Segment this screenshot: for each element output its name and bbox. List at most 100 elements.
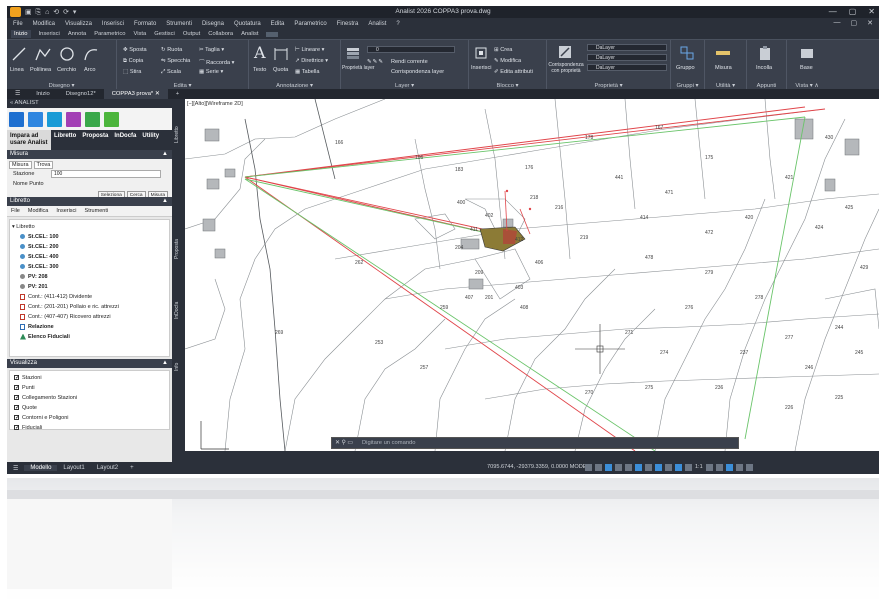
line-icon[interactable] (11, 46, 27, 62)
analist-tool-icon[interactable] (9, 111, 24, 127)
tree-item-station[interactable]: St.CEL: 400 (12, 252, 167, 262)
trim-tool[interactable]: ✂ Taglia ▾ (199, 47, 224, 53)
ribbon-tab-inizio[interactable]: Inizio (11, 30, 31, 38)
strip-info[interactable]: Info (174, 363, 180, 371)
fillet-tool[interactable]: ⌒ Raccorda ▾ (199, 58, 234, 66)
menu-visualizza[interactable]: Visualizza (65, 21, 92, 27)
tree-item-pv[interactable]: PV: 208 (12, 272, 167, 282)
show-contorni-checkbox[interactable]: Contorni e Poligoni (14, 413, 165, 423)
nav-impara[interactable]: Impara ad usare Analist (7, 130, 51, 150)
collapse-icon[interactable]: ▲ (162, 359, 168, 368)
tree-item-pv[interactable]: PV: 201 (12, 282, 167, 292)
array-tool[interactable]: ▦ Serie ▾ (199, 69, 223, 75)
menu-icon[interactable]: ☰ (7, 89, 28, 99)
nav-indocfa[interactable]: InDocfa (111, 130, 139, 150)
tree-item-contour[interactable]: Cont.: (201-201) Pollaio e ric. attrezzi (12, 302, 167, 312)
match-properties-icon[interactable] (557, 44, 573, 60)
doc-tab-disegno12[interactable]: Disegno12* (58, 89, 104, 99)
info-tool-icon[interactable] (104, 111, 119, 127)
tree-item-station[interactable]: St.CEL: 300 (12, 262, 167, 272)
chart-tool-icon[interactable] (28, 111, 43, 127)
menu-file[interactable]: File (13, 21, 23, 27)
menu-inserisci[interactable]: Inserisci (102, 21, 124, 27)
menu-finestra[interactable]: Finestra (337, 21, 359, 27)
ribbon-toggle-icon[interactable] (266, 31, 279, 37)
isolate-objects-icon[interactable] (715, 464, 723, 471)
ribbon-tab-inserisci[interactable]: Inserisci (39, 31, 60, 37)
ribbon-tab-collabora[interactable]: Collabora (208, 31, 233, 37)
text-tool-label[interactable]: Testo (253, 67, 266, 73)
customize-icon[interactable] (745, 464, 753, 471)
doc-tab-coppa3[interactable]: COPPA3 prova* ✕ (103, 89, 168, 99)
command-input[interactable]: Digitare un comando (362, 440, 416, 446)
show-quote-checkbox[interactable]: Quote (14, 403, 165, 413)
show-fiduciali-checkbox[interactable]: Fiduciali (14, 423, 165, 433)
layer-properties-label[interactable]: Proprietà layer (342, 65, 375, 71)
libretto-menu-modifica[interactable]: Modifica (28, 208, 48, 214)
mdi-minimize-button[interactable]: — (834, 19, 841, 27)
layer-tool-icons[interactable]: ✎✎✎ (367, 59, 384, 65)
menu-quotatura[interactable]: Quotatura (234, 21, 261, 27)
polyline-tool-label[interactable]: Polilinea (30, 67, 51, 73)
misura-section-header[interactable]: Misura ▲ (7, 150, 172, 159)
visualizza-section-header[interactable]: Visualizza ▲ (7, 359, 172, 368)
paste-tool-label[interactable]: Incolla (756, 65, 772, 71)
menu-disegna[interactable]: Disegna (202, 21, 224, 27)
transparency-toggle-icon[interactable] (655, 464, 662, 471)
tab-trova[interactable]: Trova (33, 161, 54, 169)
menu-strumenti[interactable]: Strumenti (166, 21, 192, 27)
grid-toggle-icon[interactable] (585, 464, 592, 471)
tab-modello[interactable]: Modello (24, 465, 58, 471)
strip-proposta[interactable]: Proposta (174, 239, 180, 259)
close-button[interactable]: ✕ (868, 7, 875, 16)
scale-tool[interactable]: ⤢ Scala (161, 69, 181, 76)
menu-icon[interactable]: ☰ (7, 465, 24, 472)
rotate-tool[interactable]: ↻ Ruota (161, 47, 182, 53)
circle-icon[interactable] (59, 46, 75, 62)
workspace-gear-icon[interactable] (705, 464, 713, 471)
mirror-tool[interactable]: ⇋ Specchia (161, 58, 190, 64)
tab-layout1[interactable]: Layout1 (57, 465, 90, 471)
linetype-combo[interactable]: DaLayer (587, 54, 667, 61)
menu-analist[interactable]: Analist (368, 21, 386, 27)
copy-tool[interactable]: ⧉ Copia (123, 58, 143, 65)
selection-cycling-icon[interactable] (665, 464, 672, 471)
command-line-icons[interactable]: ✕ ⚲ ▭ (335, 438, 353, 448)
maximize-button[interactable]: ▢ (849, 7, 857, 16)
cadastral-map[interactable]: 183 166 196 176 178 167 175 216 219 218 … (185, 99, 879, 451)
base-view-label[interactable]: Base (800, 65, 813, 71)
stretch-tool[interactable]: ⬚ Stira (123, 69, 141, 75)
ribbon-tab-analist[interactable]: Analist (241, 31, 258, 37)
tree-item-contour[interactable]: Cont.: (407-407) Ricovero attrezzi (12, 312, 167, 322)
strip-indocfa[interactable]: InDocfa (174, 302, 180, 319)
view-controls-label[interactable]: [−][Alto][Wireframe 2D] (187, 101, 243, 107)
annotation-visibility-icon[interactable] (675, 464, 682, 471)
tree-item-root[interactable]: ▾ Libretto (12, 222, 167, 232)
lineweight-combo[interactable]: DaLayer (587, 64, 667, 71)
ortho-toggle-icon[interactable] (605, 464, 612, 471)
ribbon-tab-vista[interactable]: Vista (133, 31, 146, 37)
ribbon-tab-output[interactable]: Output (183, 31, 200, 37)
nav-libretto[interactable]: Libretto (51, 130, 79, 150)
base-view-icon[interactable] (799, 45, 815, 61)
libretto-menu-file[interactable]: File (11, 208, 20, 214)
tree-item-relazione[interactable]: Relazione (12, 322, 167, 332)
insert-block-label[interactable]: Inserisci (471, 65, 492, 71)
command-line[interactable]: ✕ ⚲ ▭ Digitare un comando (331, 437, 739, 449)
libretto-menu-inserisci[interactable]: Inserisci (56, 208, 76, 214)
autoscale-icon[interactable] (685, 464, 692, 471)
measure-tool-label[interactable]: Misura (715, 65, 732, 71)
linear-tool[interactable]: ⊢ Lineare ▾ (295, 47, 324, 53)
tree-item-station[interactable]: St.CEL: 100 (12, 232, 167, 242)
add-layout-button[interactable]: + (124, 465, 140, 471)
collapse-icon[interactable]: ▲ (162, 197, 168, 206)
menu-modifica[interactable]: Modifica (33, 21, 55, 27)
make-current-tool[interactable]: Rendi corrente (391, 59, 428, 65)
leader-tool[interactable]: ↗ Direttrice ▾ (295, 58, 328, 64)
layer-properties-icon[interactable] (345, 45, 361, 61)
close-tab-icon[interactable]: ✕ (155, 91, 160, 97)
move-tool[interactable]: ✥ Sposta (123, 47, 147, 53)
doc-tab-inizio[interactable]: Inizio (28, 89, 58, 99)
network-tool-icon[interactable] (66, 111, 81, 127)
ribbon-tab-gestisci[interactable]: Gestisci (154, 31, 175, 37)
